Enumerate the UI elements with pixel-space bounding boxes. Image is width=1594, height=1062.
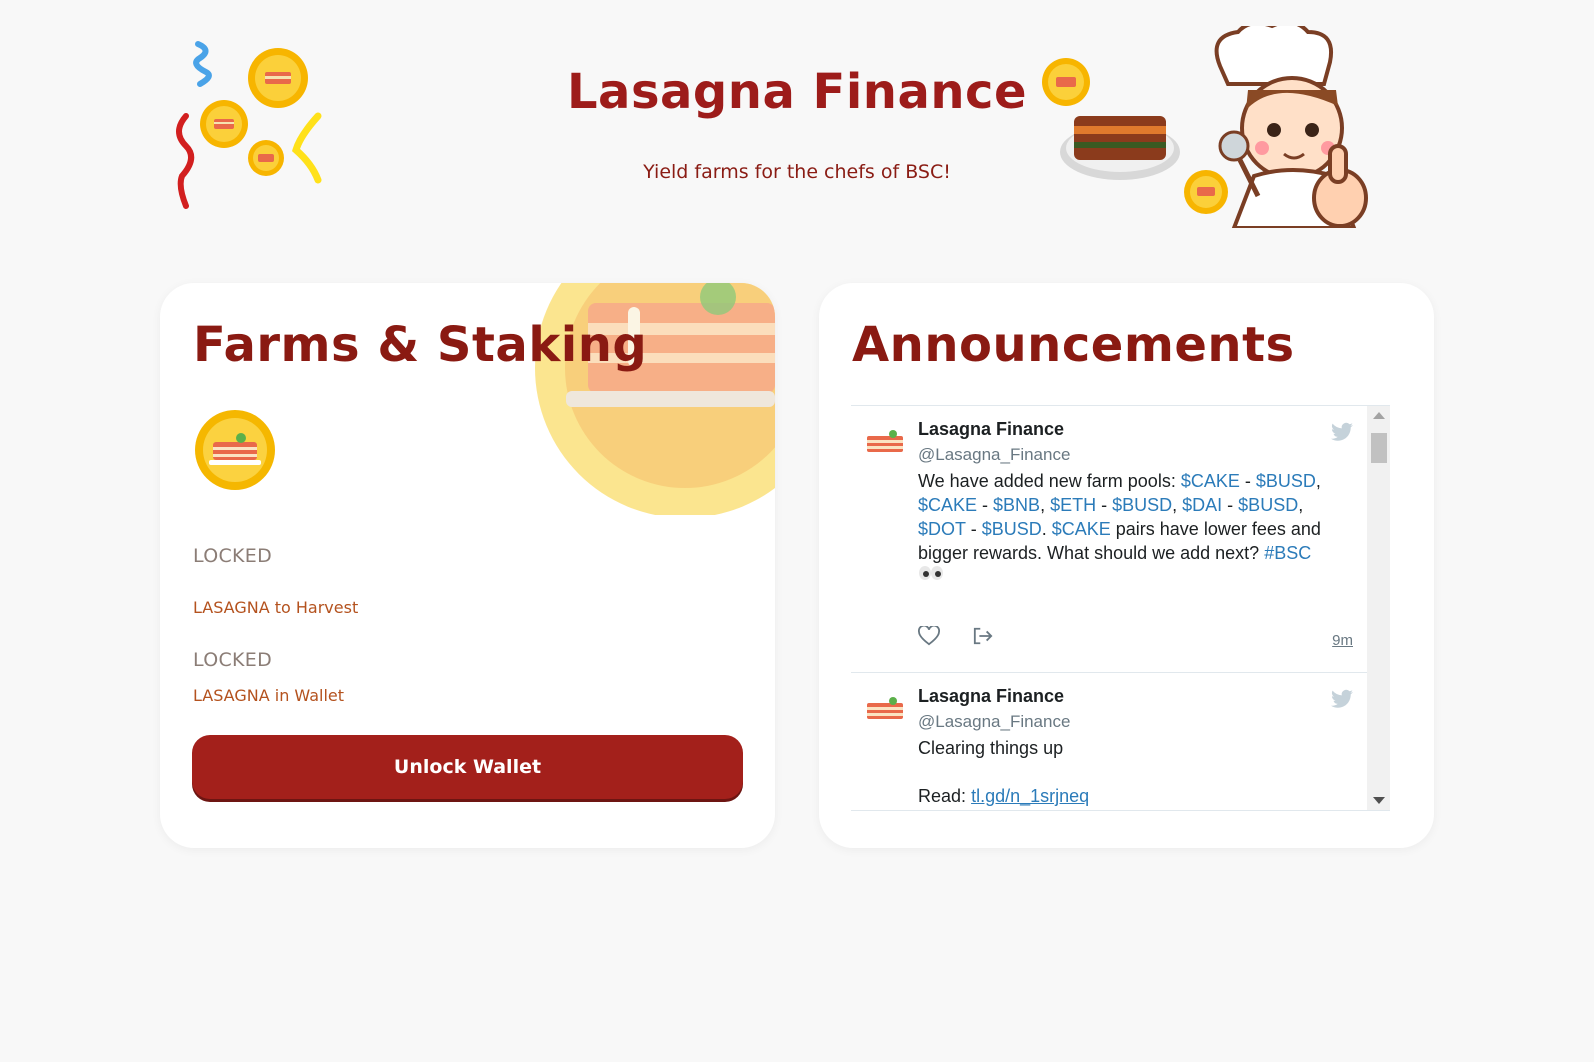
share-icon[interactable] [972,626,994,646]
tweet-text-fragment: . [1041,519,1052,539]
twitter-timeline[interactable]: Lasagna Finance @Lasagna_Finance We have… [851,405,1390,811]
scroll-down-arrow-icon[interactable] [1373,797,1385,804]
tweet-text-fragment: We have added new farm pools: [918,471,1181,491]
like-heart-icon[interactable] [918,626,940,646]
tweet-text-fragment: , [1315,471,1321,491]
lasagna-avatar-icon[interactable] [865,693,905,725]
tweet-text-fragment: - [1222,495,1239,515]
tweet-text-fragment: - [1239,471,1256,491]
read-prefix: Read: [918,786,967,806]
tweet-author-handle[interactable]: @Lasagna_Finance [918,712,1070,732]
wallet-label: LASAGNA in Wallet [193,686,345,705]
tweet-text-fragment: - [965,519,982,539]
tweet-tag-link[interactable]: #BSC [1264,543,1311,563]
tweet-tag-link[interactable]: $CAKE [918,495,977,515]
tweet-tag-link[interactable]: $DOT [918,519,966,539]
tweet-tag-link[interactable]: $CAKE [1181,471,1240,491]
tweet-timestamp[interactable]: 9m [1332,632,1353,649]
header: Lasagna Finance Yield farms for the chef… [0,0,1594,240]
tweet[interactable]: Lasagna Finance @Lasagna_Finance We have… [851,406,1367,673]
tweet-tag-link[interactable]: $ETH [1050,495,1096,515]
tweet-tag-link[interactable]: $BNB [993,495,1040,515]
twitter-bird-icon[interactable] [1331,422,1353,442]
farms-staking-card: Farms & Staking LOCKED LASAGNA to Harves… [160,283,775,848]
tweet-list: Lasagna Finance @Lasagna_Finance We have… [851,406,1367,810]
tweet-text: Clearing things up [918,738,1064,758]
tweet[interactable]: Lasagna Finance @Lasagna_Finance Clearin… [851,673,1367,810]
harvest-label: LASAGNA to Harvest [193,598,359,617]
harvest-value: LOCKED [193,545,273,567]
confetti-coins-icon [176,41,322,209]
tweet-tag-link[interactable]: $BUSD [982,519,1042,539]
unlock-wallet-button[interactable]: Unlock Wallet [192,735,743,799]
chef-mascot-icon [1040,26,1434,228]
scroll-up-arrow-icon[interactable] [1373,412,1385,419]
tweet-tag-link[interactable]: $BUSD [1256,471,1316,491]
tweet-tag-link[interactable]: $BUSD [1238,495,1298,515]
tweet-author-name[interactable]: Lasagna Finance [918,686,1064,707]
lasagna-coin-icon [195,410,275,490]
tweet-text-fragment: , [1040,495,1051,515]
announcements-card: Announcements Lasagna Finance @Lasagna_F… [819,283,1434,848]
farms-title: Farms & Staking [193,317,648,373]
tweet-text-fragment: , [1298,495,1304,515]
tweet-text-fragment: - [1096,495,1113,515]
twitter-bird-icon[interactable] [1331,689,1353,709]
tweet-text-fragment: , [1172,495,1183,515]
scroll-thumb[interactable] [1371,433,1387,463]
timeline-scrollbar[interactable] [1367,406,1390,810]
tweet-text-content: We have added new farm pools: $CAKE - $B… [918,471,1321,563]
tweet-link[interactable]: tl.gd/n_1srjneq [971,786,1089,806]
tweet-text-fragment: - [977,495,994,515]
announcements-title: Announcements [852,317,1295,373]
tweet-tag-link[interactable]: $BUSD [1112,495,1172,515]
tweet-author-handle[interactable]: @Lasagna_Finance [918,445,1070,465]
wallet-value: LOCKED [193,649,273,671]
tweet-author-name[interactable]: Lasagna Finance [918,419,1064,440]
tweet-text: We have added new farm pools: $CAKE - $B… [918,469,1350,565]
eyes-emoji-icon [919,566,943,580]
lasagna-avatar-icon[interactable] [865,426,905,458]
tweet-tag-link[interactable]: $DAI [1182,495,1222,515]
tweet-tag-link[interactable]: $CAKE [1052,519,1111,539]
tweet-read-line: Read: tl.gd/n_1srjneq [918,786,1089,807]
